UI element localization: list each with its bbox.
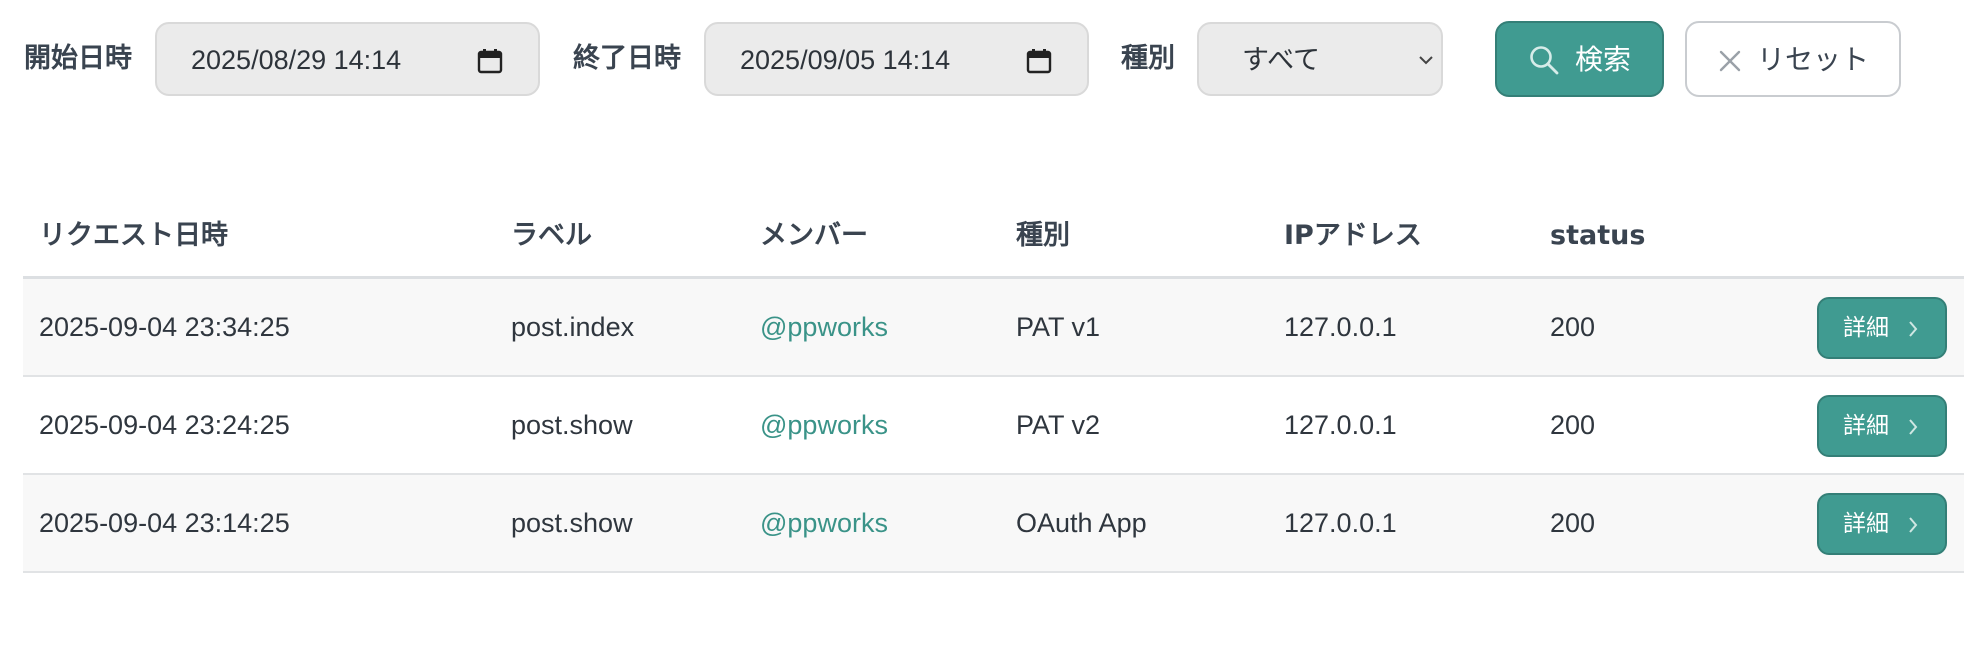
calendar-icon[interactable]: [1026, 48, 1052, 74]
start-datetime-value: 2025/08/29 14:14: [191, 45, 402, 75]
search-button-label: 検索: [1575, 43, 1632, 76]
end-datetime-label: 終了日時: [573, 43, 681, 74]
table-row: 2025-09-04 23:34:25 post.index @ppworks …: [23, 279, 1964, 377]
chevron-right-icon: [1909, 419, 1918, 435]
member-link[interactable]: @ppworks: [760, 309, 888, 345]
header-request-datetime: リクエスト日時: [39, 220, 228, 251]
detail-button-label: 詳細: [1843, 413, 1889, 439]
cell-type: PAT v1: [1016, 312, 1101, 342]
filter-bar: 開始日時 2025/08/29 14:14 終了日時 2025/09/05 14…: [0, 0, 1982, 120]
header-label: ラベル: [511, 220, 592, 251]
cell-request-datetime: 2025-09-04 23:24:25: [39, 410, 290, 440]
detail-button-label: 詳細: [1843, 315, 1889, 341]
cell-label: post.index: [511, 312, 635, 342]
detail-button-label: 詳細: [1843, 511, 1889, 537]
cell-status: 200: [1550, 410, 1596, 440]
detail-button[interactable]: 詳細: [1817, 395, 1947, 457]
detail-button[interactable]: 詳細: [1817, 493, 1947, 555]
start-datetime-input[interactable]: 2025/08/29 14:14: [155, 22, 540, 96]
type-select-value: すべて: [1242, 45, 1321, 75]
type-filter-label: 種別: [1121, 43, 1175, 74]
close-icon: [1719, 50, 1741, 72]
reset-button-label: リセット: [1757, 43, 1870, 76]
cell-request-datetime: 2025-09-04 23:34:25: [39, 312, 290, 342]
start-datetime-label: 開始日時: [24, 43, 132, 74]
end-datetime-input[interactable]: 2025/09/05 14:14: [704, 22, 1089, 96]
header-member: メンバー: [760, 220, 868, 251]
table-header: リクエスト日時 ラベル メンバー 種別 IPアドレス status: [23, 200, 1964, 279]
cell-ip-address: 127.0.0.1: [1284, 410, 1397, 440]
chevron-down-icon: [1419, 56, 1433, 65]
cell-status: 200: [1550, 312, 1596, 342]
cell-ip-address: 127.0.0.1: [1284, 508, 1397, 538]
table-row: 2025-09-04 23:24:25 post.show @ppworks P…: [23, 377, 1964, 475]
member-link[interactable]: @ppworks: [760, 505, 888, 541]
reset-button[interactable]: リセット: [1685, 21, 1901, 97]
cell-label: post.show: [511, 508, 633, 538]
header-type: 種別: [1016, 220, 1070, 251]
calendar-icon[interactable]: [477, 48, 503, 74]
search-button[interactable]: 検索: [1495, 21, 1664, 97]
cell-request-datetime: 2025-09-04 23:14:25: [39, 508, 290, 538]
detail-button[interactable]: 詳細: [1817, 297, 1947, 359]
cell-type: PAT v2: [1016, 410, 1101, 440]
header-ip-address: IPアドレス: [1284, 220, 1422, 251]
chevron-right-icon: [1909, 321, 1918, 337]
cell-label: post.show: [511, 410, 633, 440]
cell-ip-address: 127.0.0.1: [1284, 312, 1397, 342]
chevron-right-icon: [1909, 517, 1918, 533]
header-status: status: [1550, 220, 1646, 251]
cell-type: OAuth App: [1016, 508, 1147, 538]
cell-status: 200: [1550, 508, 1596, 538]
search-icon: [1530, 46, 1559, 75]
table-row: 2025-09-04 23:14:25 post.show @ppworks O…: [23, 475, 1964, 573]
end-datetime-value: 2025/09/05 14:14: [740, 45, 951, 75]
type-select[interactable]: すべて: [1197, 22, 1443, 96]
request-log-table: リクエスト日時 ラベル メンバー 種別 IPアドレス status 2025-0…: [23, 200, 1964, 573]
member-link[interactable]: @ppworks: [760, 407, 888, 443]
